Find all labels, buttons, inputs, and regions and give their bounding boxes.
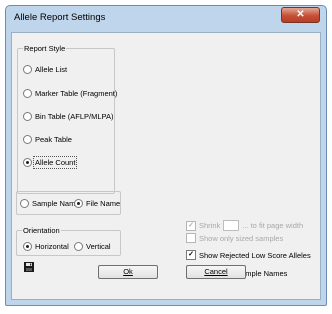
radio-indicator	[74, 242, 83, 251]
radio-horizontal[interactable]: Horizontal	[23, 242, 69, 251]
radio-allele-count[interactable]: Allele Count	[23, 156, 78, 169]
radio-sample-name[interactable]: Sample Name	[20, 199, 80, 208]
shrink-value-input[interactable]	[223, 220, 240, 231]
radio-indicator	[23, 89, 32, 98]
radio-indicator	[23, 112, 32, 121]
checkbox-label-suffix: ... to fit page width	[242, 221, 304, 230]
floppy-disk-icon[interactable]	[24, 262, 34, 272]
radio-vertical[interactable]: Vertical	[74, 242, 111, 251]
radio-indicator	[74, 199, 83, 208]
checkbox-shrink[interactable]: ✓ Shrink ... to fit page width	[186, 220, 303, 231]
checkbox-label: Show only sized samples	[199, 233, 284, 243]
radio-allele-list[interactable]: Allele List	[23, 65, 67, 74]
radio-label: Bin Table (AFLP/MLPA)	[35, 112, 114, 121]
radio-label: Allele List	[35, 65, 68, 74]
orientation-legend: Orientation	[23, 226, 60, 235]
window-title: Allele Report Settings	[14, 12, 106, 23]
close-button[interactable]: ✕	[281, 7, 320, 23]
checkbox-show-rejected[interactable]: ✓ Show Rejected Low Score Alleles	[186, 250, 311, 260]
checkbox-indicator	[186, 233, 196, 243]
ok-button-label: Ok	[123, 267, 133, 276]
cancel-button[interactable]: Cancel	[186, 265, 246, 279]
radio-label: Sample Name	[32, 199, 80, 208]
dialog-body: Report Style Allele List Marker Table (F…	[11, 32, 321, 300]
title-bar: Allele Report Settings ✕	[6, 6, 326, 30]
dialog-window: Allele Report Settings ✕ Report Style Al…	[5, 5, 327, 306]
radio-label: Vertical	[86, 242, 111, 251]
radio-label: Peak Table	[35, 135, 72, 144]
radio-label: Marker Table (Fragment)	[35, 89, 118, 98]
cancel-button-label: Cancel	[204, 267, 228, 276]
radio-marker-table[interactable]: Marker Table (Fragment)	[23, 89, 117, 98]
ok-button[interactable]: Ok	[98, 265, 158, 279]
radio-label: File Name	[86, 199, 121, 208]
close-icon: ✕	[296, 9, 305, 20]
checkbox-indicator: ✓	[186, 220, 196, 231]
radio-indicator	[23, 242, 32, 251]
radio-bin-table[interactable]: Bin Table (AFLP/MLPA)	[23, 112, 114, 121]
checkbox-indicator: ✓	[186, 250, 196, 260]
checkbox-label: Shrink	[199, 221, 221, 230]
radio-indicator	[20, 199, 29, 208]
orientation-group: Orientation	[16, 226, 121, 256]
radio-file-name[interactable]: File Name	[74, 199, 120, 208]
radio-label: Horizontal	[35, 242, 69, 251]
radio-indicator	[23, 135, 32, 144]
report-style-legend: Report Style	[24, 44, 66, 53]
checkbox-show-sized[interactable]: Show only sized samples	[186, 233, 283, 243]
radio-peak-table[interactable]: Peak Table	[23, 135, 72, 144]
radio-indicator	[23, 65, 32, 74]
radio-label: Allele Count	[32, 156, 78, 169]
checkbox-label: Show Rejected Low Score Alleles	[199, 250, 311, 260]
radio-indicator	[23, 158, 32, 167]
